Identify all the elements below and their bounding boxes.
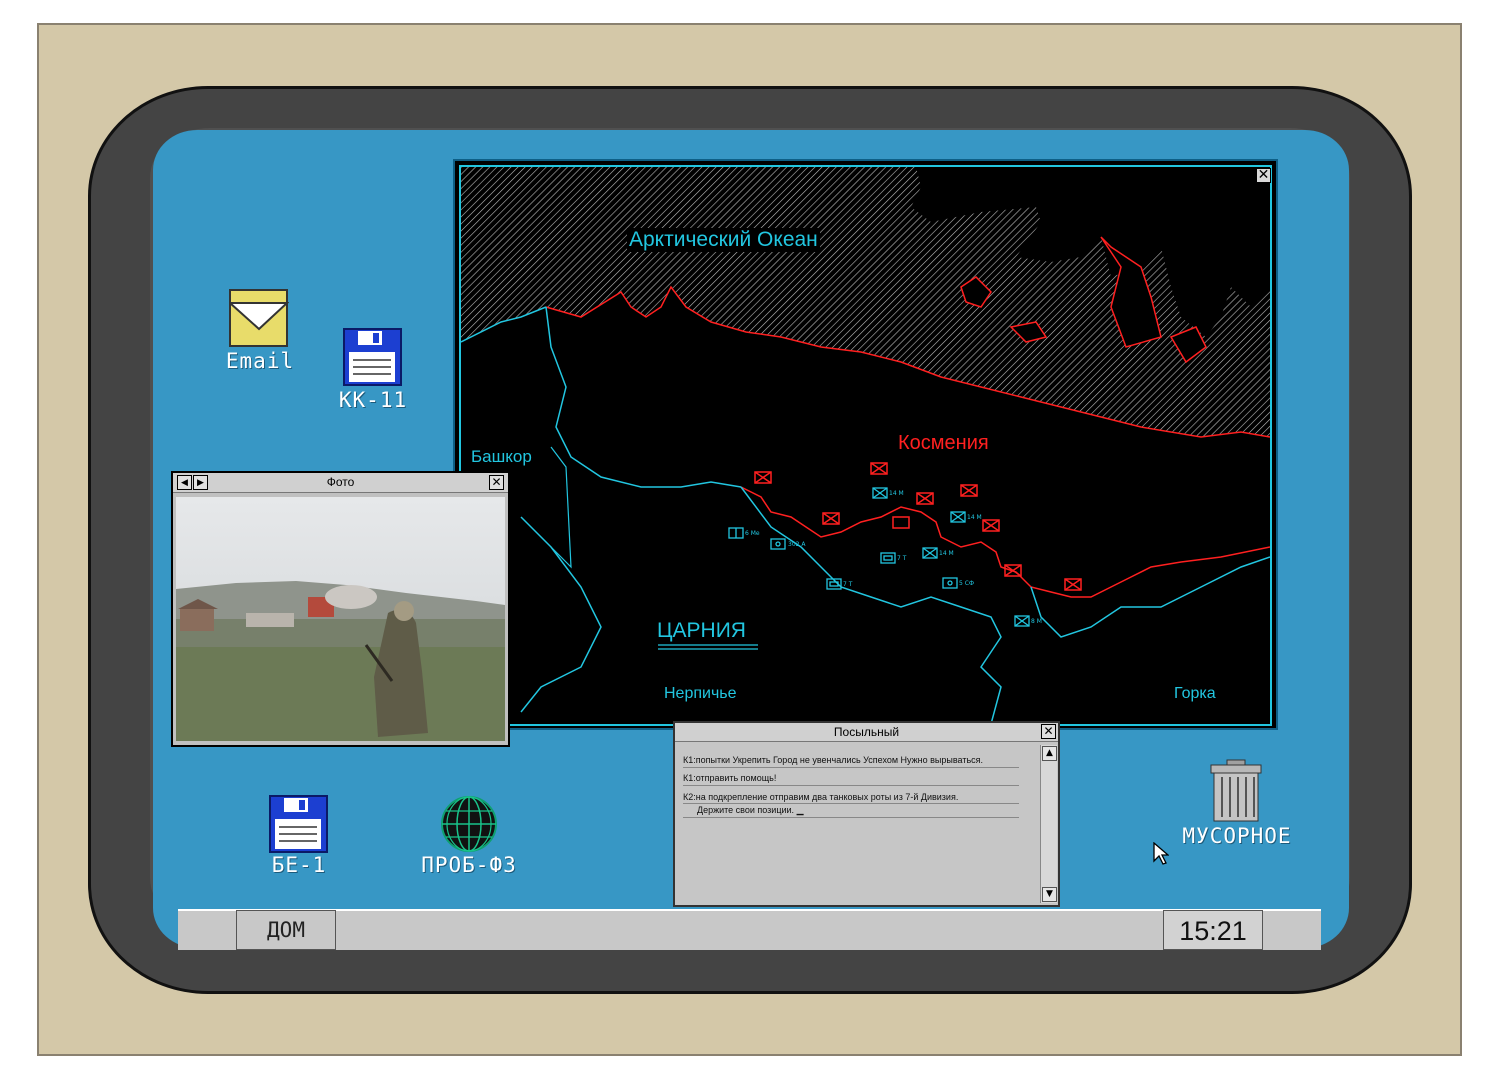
message-divider bbox=[683, 767, 1019, 768]
scroll-up-icon[interactable]: ▲ bbox=[1042, 746, 1057, 761]
globe-icon bbox=[441, 796, 497, 852]
message-divider bbox=[683, 817, 1019, 818]
message-input[interactable]: Держите свои позиции. ▁ bbox=[697, 805, 803, 816]
photo-close-button[interactable]: ✕ bbox=[489, 475, 504, 490]
map-canvas[interactable]: 6 Ме 302 А 14 М 14 М 7 Т 14 М 7 Т 5 СФ 8 М Аркти… bbox=[459, 165, 1272, 726]
messenger-titlebar[interactable]: Посыльный ✕ bbox=[675, 723, 1058, 742]
floppy-disk-icon bbox=[343, 328, 402, 386]
desktop-icon-prob-label: ПРОБ-ФЗ bbox=[421, 853, 517, 877]
unit-label: 302 А bbox=[788, 541, 806, 548]
unit-label: 14 М bbox=[889, 490, 904, 497]
unit-label: 7 Т bbox=[897, 555, 907, 562]
message-line: К1:попытки Укрепить Город не увенчались … bbox=[683, 755, 984, 765]
message-divider bbox=[683, 785, 1019, 786]
photo-window-title: Фото bbox=[326, 475, 355, 489]
unit-label: 8 М bbox=[1031, 618, 1042, 625]
trash-can-icon bbox=[1210, 759, 1262, 822]
messenger-scrollbar[interactable]: ▲ ▼ bbox=[1040, 745, 1057, 903]
message-line: К2:на подкрепление отправим два танковых… bbox=[683, 792, 959, 802]
photo-image bbox=[176, 497, 505, 741]
desktop-icon-email[interactable]: Email bbox=[225, 289, 295, 379]
desktop-icon-trash[interactable]: МУСОРНОЕ bbox=[1172, 758, 1302, 850]
floppy-disk-icon bbox=[269, 795, 328, 853]
map-label-tsarnia: ЦАРНИЯ bbox=[657, 619, 746, 642]
messenger-window[interactable]: Посыльный ✕ К1:попытки Укрепить Город не… bbox=[673, 721, 1060, 907]
desktop-icon-trash-label: МУСОРНОЕ bbox=[1182, 824, 1292, 848]
text-cursor: ▁ bbox=[796, 805, 804, 815]
desktop-icon-be1[interactable]: БЕ-1 bbox=[259, 795, 339, 883]
forward-arrow-icon[interactable]: ▶ bbox=[193, 475, 208, 490]
map-label-kosmenia: Космения bbox=[898, 432, 989, 454]
clock: 15:21 bbox=[1163, 910, 1263, 950]
home-button[interactable]: ДОМ bbox=[236, 910, 336, 950]
desktop-icon-be1-label: БЕ-1 bbox=[271, 853, 327, 877]
map-label-ocean: Арктический Океан bbox=[627, 228, 820, 252]
map-drawing: 6 Ме 302 А 14 М 14 М 7 Т 14 М 7 Т 5 СФ 8 М bbox=[461, 167, 1270, 724]
unit-label: 14 М bbox=[939, 550, 954, 557]
message-line: К1:отправить помощь! bbox=[683, 773, 777, 783]
desktop-icon-email-label: Email bbox=[225, 349, 295, 373]
map-label-gorka: Горка bbox=[1174, 685, 1216, 702]
photo-window[interactable]: ◀ ▶ Фото ✕ bbox=[171, 471, 510, 747]
unit-label: 14 М bbox=[967, 514, 982, 521]
map-window[interactable]: 6 Ме 302 А 14 М 14 М 7 Т 14 М 7 Т 5 СФ 8 М Аркти… bbox=[453, 159, 1278, 730]
message-input-text: Держите свои позиции. bbox=[697, 805, 795, 815]
map-label-nerpiche: Нерпичье bbox=[664, 685, 737, 702]
desktop-icon-kk11[interactable]: КК-11 bbox=[333, 328, 413, 416]
scroll-down-icon[interactable]: ▼ bbox=[1042, 887, 1057, 902]
map-label-bashkor: Башкор bbox=[471, 447, 532, 466]
unit-label: 6 Ме bbox=[745, 530, 760, 537]
message-divider bbox=[683, 803, 1019, 804]
unit-label: 7 Т bbox=[843, 581, 853, 588]
taskbar bbox=[178, 909, 1321, 950]
mouse-cursor-icon bbox=[1153, 842, 1169, 865]
desktop-icon-kk11-label: КК-11 bbox=[338, 388, 408, 412]
messenger-title: Посыльный bbox=[833, 725, 900, 739]
photo-titlebar[interactable]: ◀ ▶ Фото ✕ bbox=[173, 473, 508, 493]
desktop-icon-prob[interactable]: ПРОБ-ФЗ bbox=[418, 795, 520, 883]
map-close-button[interactable]: ✕ bbox=[1256, 168, 1271, 183]
unit-label: 5 СФ bbox=[959, 580, 974, 587]
back-arrow-icon[interactable]: ◀ bbox=[177, 475, 192, 490]
envelope-icon bbox=[229, 289, 289, 347]
messenger-close-button[interactable]: ✕ bbox=[1041, 724, 1056, 739]
